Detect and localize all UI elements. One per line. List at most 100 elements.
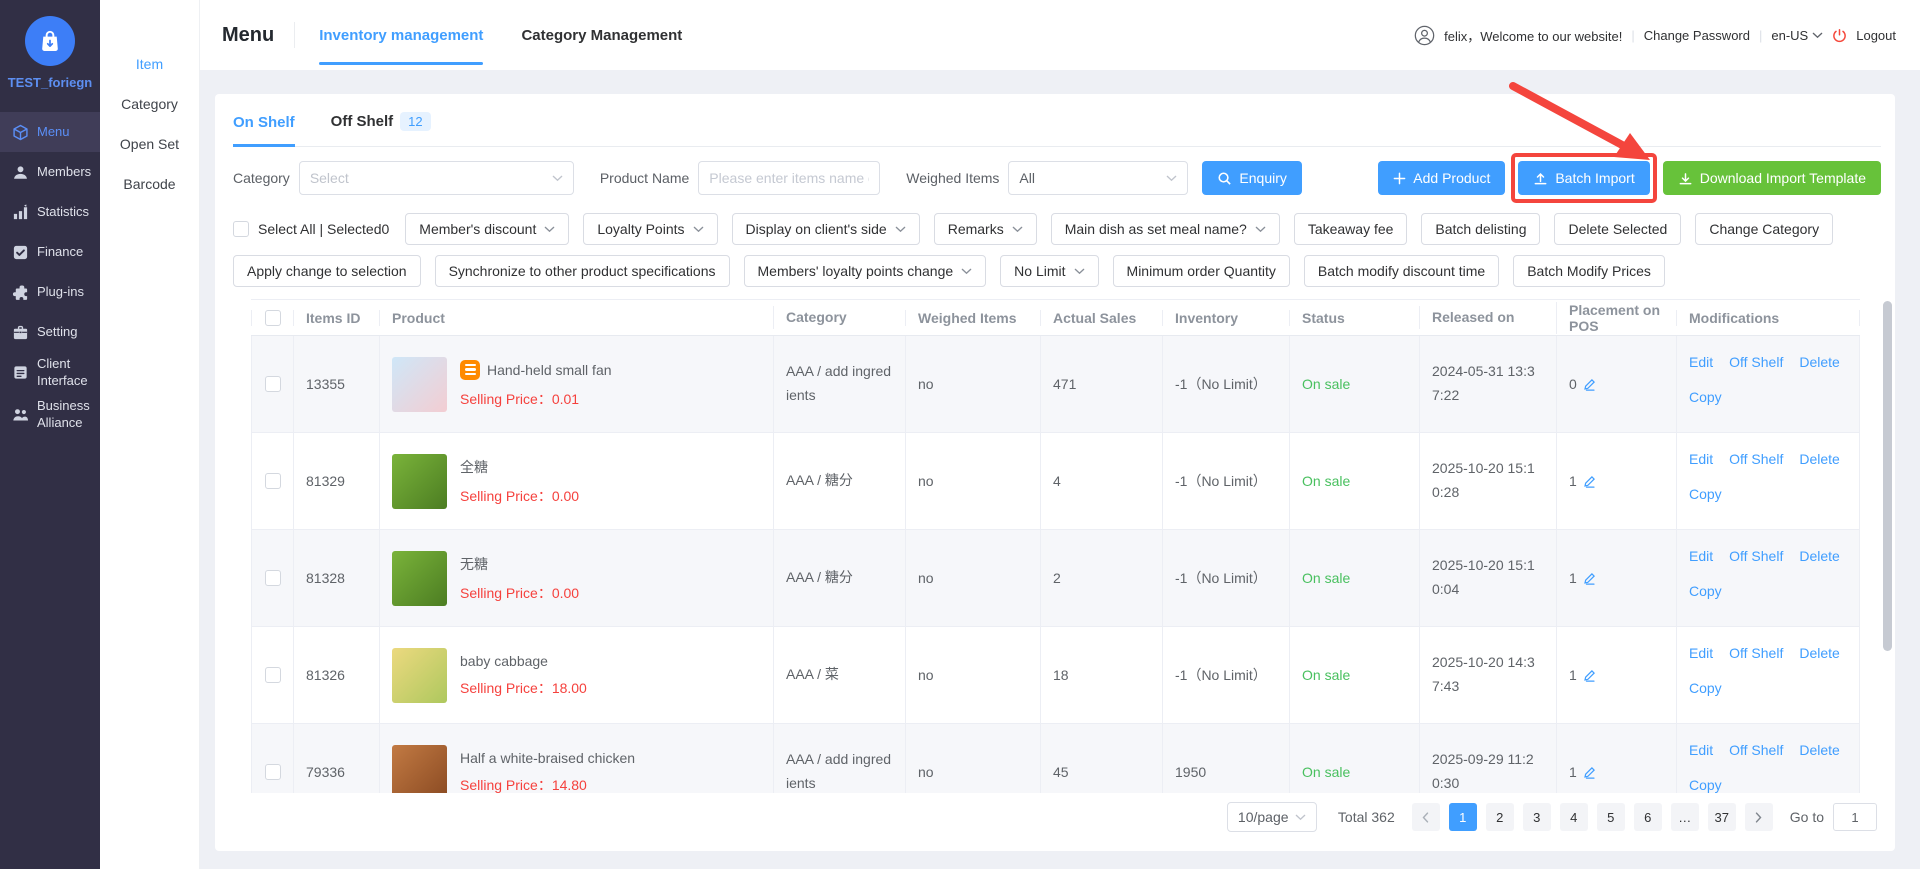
brand-name: TEST_foriegn [0,75,100,90]
pencil-icon[interactable] [1583,571,1597,585]
pencil-icon[interactable] [1583,765,1597,779]
row-action-off-shelf[interactable]: Off Shelf [1729,645,1783,661]
column-header-category: Category [773,306,905,330]
sidebar-item-label: Statistics [37,204,89,221]
row-action-delete[interactable]: Delete [1799,354,1839,370]
item-id-cell: 79336 [293,724,379,793]
page-button-6[interactable]: 6 [1634,803,1662,831]
top-tab-category-management[interactable]: Category Management [521,0,682,70]
bulk-action-main-dish-as-set-meal-name[interactable]: Main dish as set meal name? [1051,213,1280,245]
enquiry-button[interactable]: Enquiry [1202,161,1301,195]
add-product-button[interactable]: Add Product [1378,161,1505,195]
weighed-items-select[interactable]: All [1008,161,1188,195]
change-password-link[interactable]: Change Password [1644,28,1750,43]
bulk-action-change-category[interactable]: Change Category [1695,213,1833,245]
page-button-2[interactable]: 2 [1486,803,1514,831]
bulk-action-synchronize-to-other-product-specifications[interactable]: Synchronize to other product specificati… [435,255,730,287]
row-action-delete[interactable]: Delete [1799,742,1839,758]
sidebar-item-setting[interactable]: Setting [0,312,100,352]
page-button-3[interactable]: 3 [1523,803,1551,831]
bulk-action-members-loyalty-points-change[interactable]: Members' loyalty points change [744,255,987,287]
bulk-action-delete-selected[interactable]: Delete Selected [1554,213,1681,245]
page-button-37[interactable]: 37 [1708,803,1736,831]
goto-page-input[interactable] [1833,803,1877,831]
sidebar-item-client-interface[interactable]: Client Interface [0,352,100,394]
row-action-edit[interactable]: Edit [1689,354,1713,370]
subsidebar-item-barcode[interactable]: Barcode [100,164,199,204]
row-action-off-shelf[interactable]: Off Shelf [1729,742,1783,758]
row-checkbox[interactable] [265,667,281,683]
page-button-4[interactable]: 4 [1560,803,1588,831]
page-size-select[interactable]: 10/page [1227,802,1317,832]
product-info: baby cabbageSelling Price：18.00 [460,653,587,698]
next-page-button[interactable] [1745,803,1773,831]
bulk-action-batch-modify-prices[interactable]: Batch Modify Prices [1513,255,1665,287]
bulk-action-takeaway-fee[interactable]: Takeaway fee [1294,213,1408,245]
batch-import-button[interactable]: Batch Import [1518,161,1649,195]
sidebar-item-finance[interactable]: Finance [0,232,100,272]
sidebar-item-plug-ins[interactable]: Plug-ins [0,272,100,312]
download-import-template-button[interactable]: Download Import Template [1663,161,1881,195]
row-checkbox[interactable] [265,376,281,392]
sidebar-item-members[interactable]: Members [0,152,100,192]
row-action-edit[interactable]: Edit [1689,742,1713,758]
top-tab-inventory-management[interactable]: Inventory management [319,0,483,70]
chevron-left-icon [1422,812,1429,823]
prev-page-button[interactable] [1412,803,1440,831]
column-header-weighed-items: Weighed Items [905,310,1040,326]
row-action-copy[interactable]: Copy [1689,583,1722,599]
bulk-action-no-limit[interactable]: No Limit [1000,255,1098,287]
tab-off-shelf[interactable]: Off Shelf 12 [331,112,431,146]
row-action-copy[interactable]: Copy [1689,389,1722,405]
product-name-input[interactable] [698,161,880,195]
row-action-edit[interactable]: Edit [1689,451,1713,467]
row-action-delete[interactable]: Delete [1799,451,1839,467]
row-action-copy[interactable]: Copy [1689,680,1722,696]
row-action-off-shelf[interactable]: Off Shelf [1729,354,1783,370]
row-checkbox-cell [251,530,293,626]
tab-on-shelf[interactable]: On Shelf [233,114,295,146]
subsidebar-item-open-set[interactable]: Open Set [100,124,199,164]
subsidebar-item-category[interactable]: Category [100,84,199,124]
table-header: Items IDProductCategoryWeighed ItemsActu… [251,300,1860,336]
row-action-edit[interactable]: Edit [1689,645,1713,661]
category-cell: AAA / add ingredients [773,724,905,793]
bulk-action-member-s-discount[interactable]: Member's discount [405,213,569,245]
select-all-checkbox[interactable] [233,221,249,237]
sidebar-item-business-alliance[interactable]: Business Alliance [0,394,100,436]
row-action-off-shelf[interactable]: Off Shelf [1729,451,1783,467]
page-button-5[interactable]: 5 [1597,803,1625,831]
bulk-action-batch-modify-discount-time[interactable]: Batch modify discount time [1304,255,1499,287]
sidebar-item-menu[interactable]: Menu [0,112,100,152]
table-scrollbar[interactable] [1883,301,1892,651]
subsidebar-item-item[interactable]: Item [100,44,199,84]
page-button-1[interactable]: 1 [1449,803,1477,831]
row-checkbox[interactable] [265,764,281,780]
row-action-edit[interactable]: Edit [1689,548,1713,564]
row-action-copy[interactable]: Copy [1689,486,1722,502]
bulk-action-remarks[interactable]: Remarks [934,213,1037,245]
row-action-delete[interactable]: Delete [1799,645,1839,661]
bulk-action-label: Loyalty Points [597,221,684,237]
product-image [392,745,447,794]
bulk-action-loyalty-points[interactable]: Loyalty Points [583,213,717,245]
bulk-action-label: Batch delisting [1435,221,1526,237]
header-select-checkbox[interactable] [265,310,281,326]
sidebar-item-statistics[interactable]: Statistics [0,192,100,232]
logout-link[interactable]: Logout [1856,28,1896,43]
row-action-copy[interactable]: Copy [1689,777,1722,793]
row-action-off-shelf[interactable]: Off Shelf [1729,548,1783,564]
row-checkbox[interactable] [265,473,281,489]
bulk-action-minimum-order-quantity[interactable]: Minimum order Quantity [1113,255,1290,287]
row-action-delete[interactable]: Delete [1799,548,1839,564]
pencil-icon[interactable] [1583,474,1597,488]
bulk-action-apply-change-to-selection[interactable]: Apply change to selection [233,255,421,287]
row-checkbox[interactable] [265,570,281,586]
pencil-icon[interactable] [1583,377,1597,391]
locale-select[interactable]: en-US [1771,28,1823,43]
bulk-action-batch-delisting[interactable]: Batch delisting [1421,213,1540,245]
category-select[interactable]: Select [299,161,574,195]
bulk-action-display-on-client-s-side[interactable]: Display on client's side [732,213,920,245]
pencil-icon[interactable] [1583,668,1597,682]
placement-cell: 1 [1556,530,1676,626]
